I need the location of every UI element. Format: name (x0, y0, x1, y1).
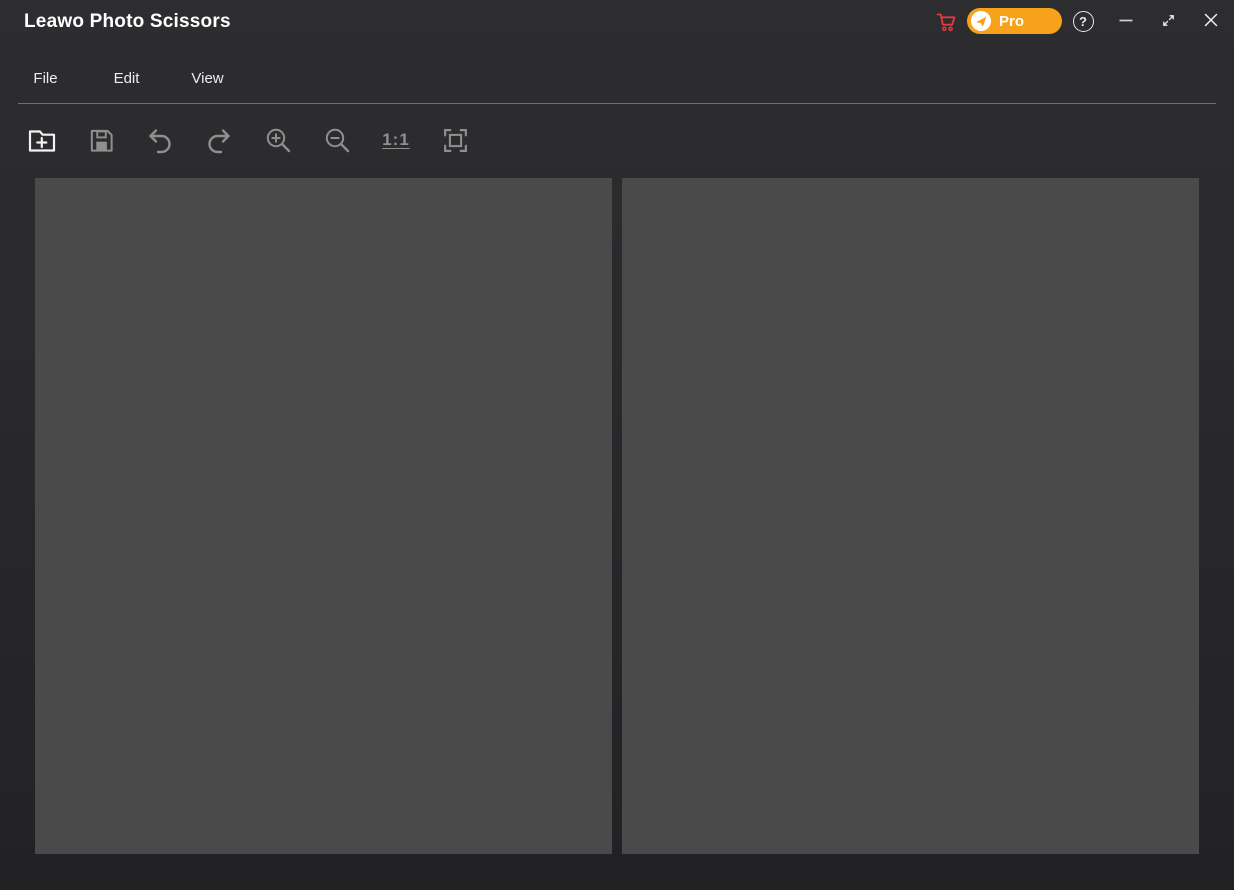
actual-size-label: 1:1 (382, 130, 410, 150)
titlebar: Leawo Photo Scissors Pro ? (0, 0, 1234, 44)
open-image-button[interactable] (25, 123, 59, 157)
zoom-in-button[interactable] (261, 123, 295, 157)
maximize-button[interactable] (1155, 7, 1181, 33)
redo-button[interactable] (202, 123, 236, 157)
minimize-button[interactable] (1113, 7, 1139, 33)
menu-bar: File Edit View (5, 66, 248, 91)
result-image-canvas (622, 178, 1199, 854)
app-title: Leawo Photo Scissors (24, 11, 231, 33)
pro-badge-label: Pro (999, 13, 1024, 30)
undo-button[interactable] (143, 123, 177, 157)
original-image-canvas[interactable] (35, 178, 612, 854)
menu-file[interactable]: File (5, 66, 86, 91)
cart-button[interactable] (932, 8, 960, 36)
maximize-icon (1161, 13, 1176, 28)
help-icon: ? (1073, 11, 1094, 32)
close-icon (1203, 12, 1219, 28)
zoom-out-button[interactable] (320, 123, 354, 157)
fit-screen-icon (441, 126, 470, 155)
help-glyph: ? (1079, 14, 1087, 29)
pro-upgrade-button[interactable]: Pro (967, 8, 1062, 34)
toolbar: 1:1 (25, 123, 472, 157)
undo-arrow-icon (146, 126, 174, 154)
redo-arrow-icon (205, 126, 233, 154)
minimize-icon (1118, 12, 1134, 28)
help-button[interactable]: ? (1070, 8, 1096, 34)
magnifier-plus-icon (264, 126, 292, 154)
actual-size-button[interactable]: 1:1 (379, 123, 413, 157)
menu-divider (18, 103, 1216, 104)
fit-to-screen-button[interactable] (438, 123, 472, 157)
rocket-icon (971, 11, 991, 31)
menu-view[interactable]: View (167, 66, 248, 91)
floppy-disk-icon (88, 127, 115, 154)
save-button[interactable] (84, 123, 118, 157)
close-button[interactable] (1198, 7, 1224, 33)
folder-plus-icon (27, 126, 57, 154)
magnifier-minus-icon (323, 126, 351, 154)
menu-edit[interactable]: Edit (86, 66, 167, 91)
shopping-cart-icon (934, 10, 958, 34)
